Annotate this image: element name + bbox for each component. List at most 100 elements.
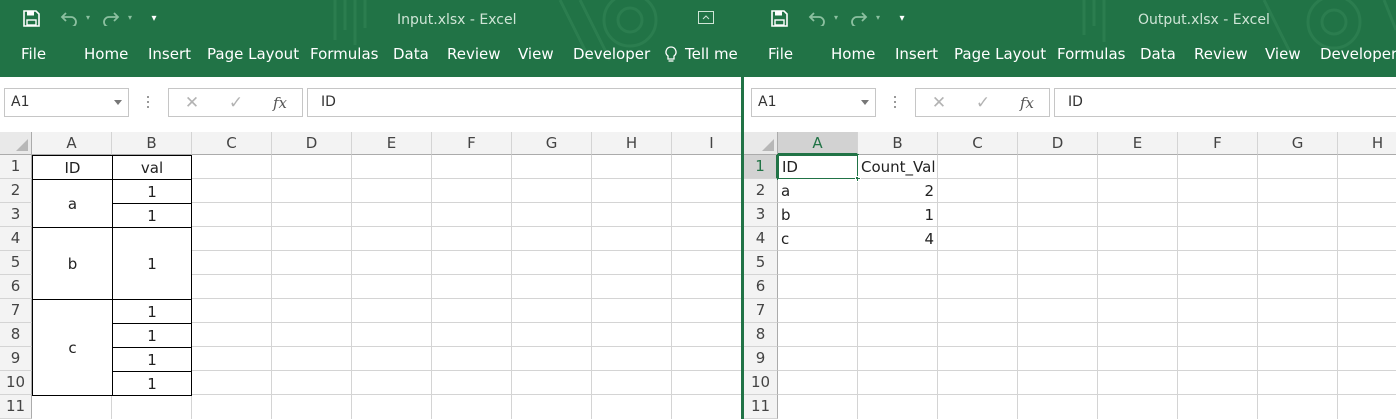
- undo-icon[interactable]: [806, 9, 828, 27]
- row-header-9[interactable]: 9: [0, 347, 32, 371]
- row-header-5[interactable]: 5: [744, 251, 778, 275]
- row-header-11[interactable]: 11: [744, 395, 778, 419]
- row-header-2[interactable]: 2: [744, 179, 778, 203]
- merged-cell-a4-a6[interactable]: b: [32, 227, 113, 300]
- cell-b10[interactable]: 1: [112, 371, 192, 396]
- tab-data[interactable]: Data: [393, 45, 429, 63]
- cell-b2[interactable]: 2: [858, 179, 937, 202]
- tab-view[interactable]: View: [1265, 45, 1301, 63]
- undo-dropdown-icon[interactable]: ▾: [84, 11, 92, 23]
- column-header-c[interactable]: C: [938, 132, 1018, 155]
- column-header-e[interactable]: E: [1098, 132, 1178, 155]
- lightbulb-icon[interactable]: [664, 45, 678, 63]
- undo-icon[interactable]: [58, 9, 80, 27]
- row-header-10[interactable]: 10: [0, 371, 32, 395]
- worksheet-grid[interactable]: A B C D E F G H 1 2 3 4 5 6 7 8 9 10 11: [744, 132, 1396, 419]
- column-header-a[interactable]: A: [778, 132, 858, 155]
- column-header-i[interactable]: I: [672, 132, 741, 155]
- column-header-f[interactable]: F: [432, 132, 512, 155]
- formula-input[interactable]: ID: [1054, 88, 1396, 117]
- tab-insert[interactable]: Insert: [148, 45, 191, 63]
- column-header-b[interactable]: B: [112, 132, 192, 155]
- row-header-10[interactable]: 10: [744, 371, 778, 395]
- row-header-2[interactable]: 2: [0, 179, 32, 203]
- column-header-h[interactable]: H: [592, 132, 672, 155]
- row-header-11[interactable]: 11: [0, 395, 32, 419]
- redo-dropdown-icon[interactable]: ▾: [126, 11, 134, 23]
- column-header-g[interactable]: G: [1258, 132, 1338, 155]
- column-header-d[interactable]: D: [272, 132, 352, 155]
- merged-cell-a7-a10[interactable]: c: [32, 299, 113, 396]
- enter-check-icon[interactable]: ✓: [221, 89, 251, 116]
- select-all-corner[interactable]: [0, 132, 32, 155]
- save-icon[interactable]: [770, 9, 788, 27]
- insert-function-icon[interactable]: fx: [265, 89, 295, 116]
- cell-b1[interactable]: Count_Val: [858, 155, 937, 178]
- tab-formulas[interactable]: Formulas: [310, 45, 378, 63]
- row-header-6[interactable]: 6: [744, 275, 778, 299]
- customize-toolbar-icon[interactable]: ▾: [148, 10, 160, 26]
- row-header-8[interactable]: 8: [0, 323, 32, 347]
- chevron-down-icon[interactable]: [861, 100, 869, 105]
- cell-b4[interactable]: 4: [858, 227, 937, 250]
- tab-developer[interactable]: Developer: [573, 45, 650, 63]
- tab-insert[interactable]: Insert: [895, 45, 938, 63]
- cell-a1[interactable]: ID: [777, 154, 859, 180]
- cancel-icon[interactable]: ✕: [924, 89, 954, 116]
- row-header-7[interactable]: 7: [744, 299, 778, 323]
- ribbon-display-options-icon[interactable]: [698, 11, 714, 24]
- tab-developer[interactable]: Developer: [1320, 45, 1396, 63]
- column-header-d[interactable]: D: [1018, 132, 1098, 155]
- formula-input[interactable]: ID: [307, 88, 741, 117]
- enter-check-icon[interactable]: ✓: [968, 89, 998, 116]
- insert-function-icon[interactable]: fx: [1012, 89, 1042, 116]
- tab-review[interactable]: Review: [447, 45, 501, 63]
- tab-page-layout[interactable]: Page Layout: [954, 45, 1046, 63]
- row-header-7[interactable]: 7: [0, 299, 32, 323]
- row-header-9[interactable]: 9: [744, 347, 778, 371]
- cell-b9[interactable]: 1: [112, 347, 192, 372]
- name-box[interactable]: A1: [4, 88, 129, 117]
- redo-dropdown-icon[interactable]: ▾: [874, 11, 882, 23]
- column-header-b[interactable]: B: [858, 132, 938, 155]
- redo-icon[interactable]: [100, 9, 122, 27]
- row-header-1[interactable]: 1: [0, 155, 32, 179]
- tab-formulas[interactable]: Formulas: [1057, 45, 1125, 63]
- row-header-4[interactable]: 4: [0, 227, 32, 251]
- column-header-e[interactable]: E: [352, 132, 432, 155]
- row-header-3[interactable]: 3: [744, 203, 778, 227]
- save-icon[interactable]: [22, 9, 40, 27]
- name-box[interactable]: A1: [751, 88, 876, 117]
- merged-cell-a2-a3[interactable]: a: [32, 179, 113, 228]
- tab-file[interactable]: File: [21, 45, 46, 63]
- row-header-6[interactable]: 6: [0, 275, 32, 299]
- chevron-down-icon[interactable]: [114, 100, 122, 105]
- tab-page-layout[interactable]: Page Layout: [207, 45, 299, 63]
- tab-home[interactable]: Home: [831, 45, 875, 63]
- customize-toolbar-icon[interactable]: ▾: [896, 10, 908, 26]
- cell-a2[interactable]: a: [778, 179, 857, 202]
- cell-b2[interactable]: 1: [112, 179, 192, 204]
- column-header-g[interactable]: G: [512, 132, 592, 155]
- tab-data[interactable]: Data: [1140, 45, 1176, 63]
- row-header-1[interactable]: 1: [744, 155, 778, 179]
- row-header-4[interactable]: 4: [744, 227, 778, 251]
- tab-view[interactable]: View: [518, 45, 554, 63]
- redo-icon[interactable]: [848, 9, 870, 27]
- cell-a3[interactable]: b: [778, 203, 857, 226]
- merged-cell-b4-b6[interactable]: 1: [112, 227, 192, 300]
- tab-review[interactable]: Review: [1194, 45, 1248, 63]
- worksheet-grid[interactable]: A B C D E F G H I 1 2 3 4 5 6 7 8 9 10 1…: [0, 132, 741, 419]
- cell-b8[interactable]: 1: [112, 323, 192, 348]
- cell-a1[interactable]: ID: [32, 155, 113, 180]
- row-header-3[interactable]: 3: [0, 203, 32, 227]
- column-header-f[interactable]: F: [1178, 132, 1258, 155]
- cell-b7[interactable]: 1: [112, 299, 192, 324]
- grip-icon[interactable]: [894, 96, 897, 110]
- column-header-a[interactable]: A: [32, 132, 112, 155]
- undo-dropdown-icon[interactable]: ▾: [832, 11, 840, 23]
- cell-a4[interactable]: c: [778, 227, 857, 250]
- row-header-5[interactable]: 5: [0, 251, 32, 275]
- grip-icon[interactable]: [147, 96, 150, 110]
- column-header-c[interactable]: C: [192, 132, 272, 155]
